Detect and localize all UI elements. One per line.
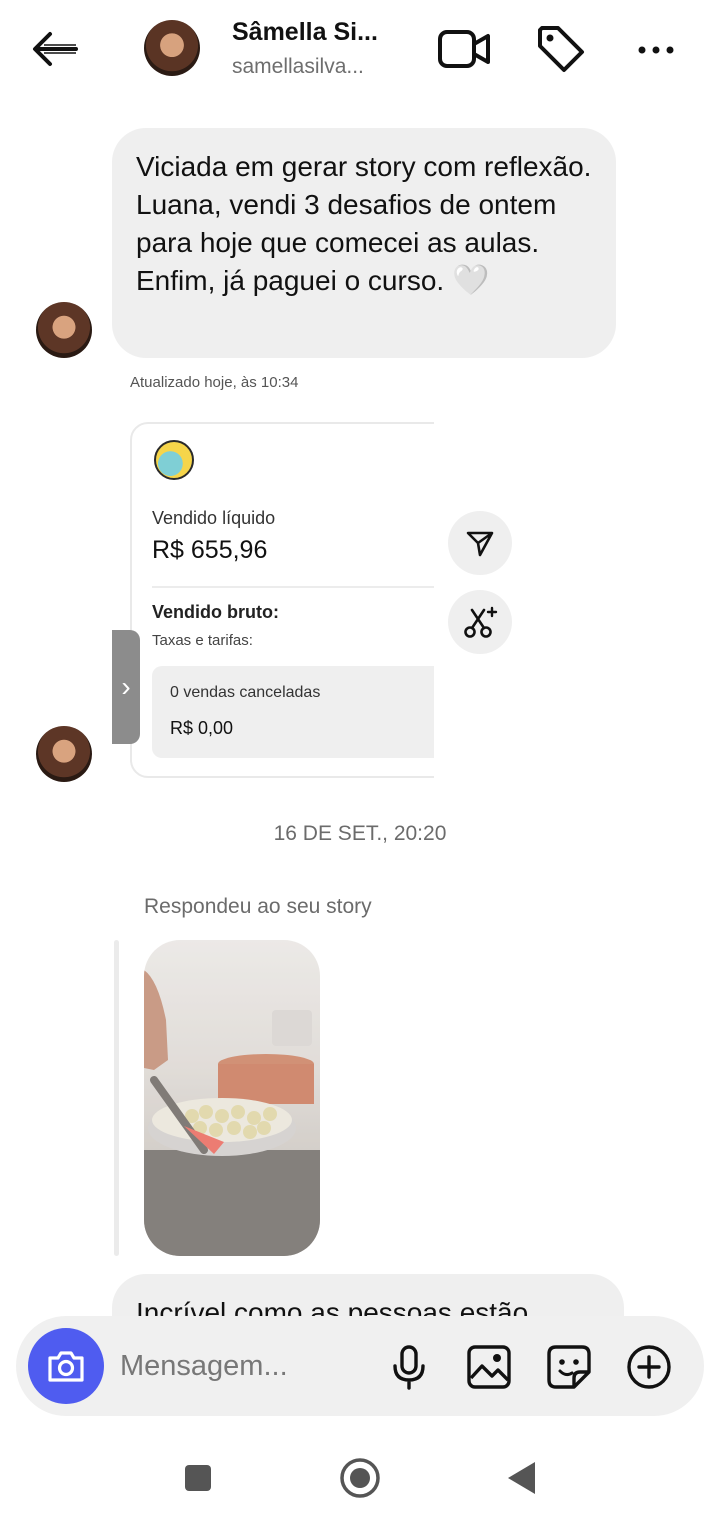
more-horizontal-icon <box>638 46 674 54</box>
message-composer <box>16 1316 704 1416</box>
camera-button[interactable] <box>28 1328 104 1404</box>
gallery-button[interactable] <box>464 1342 514 1392</box>
video-call-button[interactable] <box>436 26 492 72</box>
net-sales-value: R$ 655,96 <box>152 536 268 564</box>
chevron-right-icon: › <box>112 630 140 744</box>
app-logo <box>154 440 194 480</box>
cancelled-box: 0 vendas canceladas R$ 0,00 <box>152 666 434 758</box>
image-updated-text: Atualizado hoje, às 10:34 <box>130 374 299 391</box>
square-icon <box>185 1465 211 1491</box>
system-back-button[interactable] <box>500 1456 544 1500</box>
remix-button[interactable] <box>448 590 512 654</box>
plus-circle-icon <box>627 1345 671 1389</box>
more-actions-button[interactable] <box>624 1342 674 1392</box>
date-separator: 16 DE SET., 20:20 <box>273 822 447 845</box>
story-reply-label: Respondeu ao seu story <box>144 895 372 918</box>
net-sales-label: Vendido líquido <box>152 508 276 528</box>
message-text: Viciada em gerar story com reflexão. Lua… <box>136 151 592 296</box>
chat-header: Sâmella Si... samellasilva... <box>0 0 720 100</box>
message-input[interactable] <box>120 1342 360 1390</box>
sales-card: Vendido líquido R$ 655,96 Vendido bruto:… <box>130 422 434 778</box>
cancelled-value: R$ 0,00 <box>170 718 234 738</box>
send-icon <box>466 531 494 557</box>
image-icon <box>467 1345 511 1389</box>
tag-icon <box>538 26 584 72</box>
heart-emoji: 🤍 <box>451 264 490 297</box>
camera-icon <box>48 1351 84 1382</box>
contact-avatar[interactable] <box>144 20 200 76</box>
gross-sales-label: Vendido bruto: <box>152 602 279 622</box>
arrow-left-icon <box>33 32 78 66</box>
back-button[interactable] <box>30 28 80 70</box>
home-circle-icon <box>340 1458 380 1498</box>
shared-image[interactable]: Atualizado hoje, às 10:34 Vendido líquid… <box>112 360 434 780</box>
system-nav-bar <box>0 1430 720 1525</box>
more-options-button[interactable] <box>630 30 680 70</box>
cancelled-label: 0 vendas canceladas <box>170 684 321 701</box>
fees-label: Taxas e tarifas: <box>152 632 253 649</box>
divider <box>152 586 434 588</box>
share-button[interactable] <box>448 511 512 575</box>
home-button[interactable] <box>338 1456 382 1500</box>
sender-avatar[interactable] <box>36 726 92 782</box>
sticker-icon <box>547 1345 591 1389</box>
ai-scissors-icon <box>464 606 498 638</box>
video-call-icon <box>438 30 490 68</box>
sender-avatar[interactable] <box>36 302 92 358</box>
reply-bar <box>114 940 119 1256</box>
triangle-back-icon <box>508 1462 535 1494</box>
sticker-button[interactable] <box>544 1342 594 1392</box>
story-thumbnail[interactable] <box>144 940 320 1256</box>
microphone-button[interactable] <box>384 1342 434 1392</box>
recent-apps-button[interactable] <box>176 1456 220 1500</box>
contact-username[interactable]: samellasilva... <box>232 55 364 79</box>
cooking-pot-illustration <box>144 970 320 1256</box>
microphone-icon <box>393 1345 425 1390</box>
message-bubble[interactable]: Viciada em gerar story com reflexão. Lua… <box>112 128 616 358</box>
tag-button[interactable] <box>534 22 588 76</box>
contact-name[interactable]: Sâmella Si... <box>232 18 378 47</box>
